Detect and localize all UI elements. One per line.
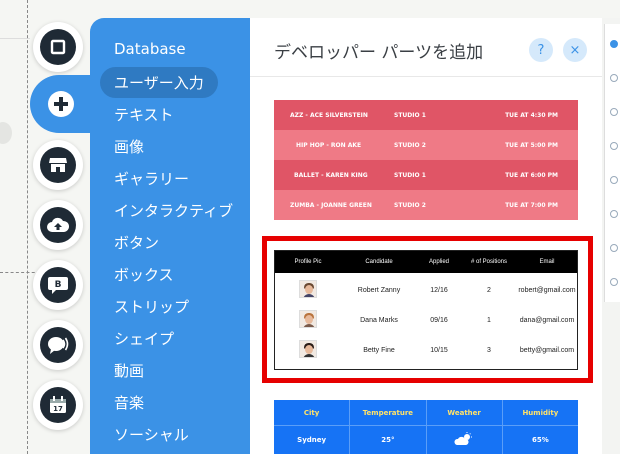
schedule-class-name: HIP HOP - RON AKE bbox=[296, 141, 362, 149]
category-database[interactable]: Database bbox=[114, 40, 186, 58]
anchor-dot[interactable] bbox=[610, 210, 618, 218]
anchor-dot[interactable] bbox=[610, 176, 618, 184]
applied-date: 09/16 bbox=[430, 316, 448, 324]
candidate-email: dana@gmail.com bbox=[519, 316, 575, 324]
header-humidity: Humidity bbox=[502, 400, 578, 426]
schedule-table-preset[interactable]: AZZ - ACE SILVERSTEIN STUDIO 1 TUE AT 4:… bbox=[274, 100, 578, 220]
schedule-studio: STUDIO 1 bbox=[394, 111, 426, 119]
weather-humidity: 65% bbox=[531, 436, 549, 444]
schedule-studio: STUDIO 2 bbox=[394, 201, 426, 209]
category-video[interactable]: 動画 bbox=[114, 360, 144, 381]
positions-count: 1 bbox=[487, 316, 491, 324]
chat-speaker-button[interactable] bbox=[33, 320, 83, 370]
profile-photo bbox=[299, 280, 317, 298]
chat-speaker-icon bbox=[40, 327, 76, 363]
schedule-studio: STUDIO 1 bbox=[394, 171, 426, 179]
header-candidate: Candidate bbox=[365, 259, 393, 265]
category-interactive[interactable]: インタラクティブ bbox=[114, 200, 233, 221]
close-button[interactable]: × bbox=[563, 38, 587, 62]
table-row: Dana Marks 09/16 1 dana@gmail.com bbox=[275, 305, 577, 335]
category-music[interactable]: 音楽 bbox=[114, 392, 144, 413]
right-edge-card bbox=[604, 24, 620, 302]
vertical-guide-line bbox=[27, 0, 28, 454]
header-applied: Applied bbox=[428, 259, 449, 265]
anchor-dot[interactable] bbox=[610, 40, 618, 48]
header-city: City bbox=[274, 400, 350, 426]
category-list: Database ユーザー入力 テキスト 画像 ギャラリー インタラクティブ ボ… bbox=[90, 18, 250, 454]
profile-photo bbox=[299, 340, 317, 358]
calendar-icon: 17 bbox=[40, 387, 76, 423]
candidate-name: Robert Zanny bbox=[357, 286, 401, 294]
candidate-name: Dana Marks bbox=[360, 316, 398, 324]
weather-table-preset[interactable]: City Sydney Temperature 25° Weather Humi… bbox=[274, 400, 578, 454]
add-panel-content: デベロッパー パーツを追加 ? × AZZ - ACE SILVERSTEIN … bbox=[250, 18, 602, 454]
anchor-dot[interactable] bbox=[610, 142, 618, 150]
schedule-row: AZZ - ACE SILVERSTEIN STUDIO 1 TUE AT 4:… bbox=[274, 100, 578, 130]
header-profile-pic: Profile Pic bbox=[294, 259, 322, 265]
calendar-button[interactable]: 17 bbox=[33, 380, 83, 430]
header-email: Email bbox=[539, 259, 555, 265]
schedule-time: TUE AT 5:00 PM bbox=[505, 141, 558, 149]
blog-icon-letter: B bbox=[55, 280, 62, 290]
header-positions: # of Positions bbox=[470, 259, 508, 265]
table-row: Robert Zanny 12/16 2 robert@gmail.com bbox=[275, 275, 577, 305]
schedule-time: TUE AT 4:30 PM bbox=[505, 111, 558, 119]
container-square-button[interactable] bbox=[33, 22, 83, 72]
add-plus-icon bbox=[48, 91, 74, 117]
candidate-table-header: Profile Pic Candidate Applied # of Posit… bbox=[275, 251, 577, 273]
anchor-dot[interactable] bbox=[610, 108, 618, 116]
category-strip[interactable]: ストリップ bbox=[114, 296, 189, 317]
table-row: Betty Fine 10/15 3 betty@gmail.com bbox=[275, 335, 577, 365]
schedule-row: BALLET - KAREN KING STUDIO 1 TUE AT 6:00… bbox=[274, 160, 578, 190]
weather-city: Sydney bbox=[297, 436, 327, 444]
header-divider bbox=[250, 76, 602, 77]
schedule-class-name: BALLET - KAREN KING bbox=[294, 171, 368, 179]
add-panel-icon-column: B 17 bbox=[30, 18, 92, 454]
blog-button[interactable]: B bbox=[33, 260, 83, 310]
applied-date: 12/16 bbox=[430, 286, 448, 294]
positions-count: 3 bbox=[487, 346, 491, 354]
candidate-name: Betty Fine bbox=[363, 346, 395, 354]
candidate-email: robert@gmail.com bbox=[518, 286, 576, 294]
category-button[interactable]: ボタン bbox=[114, 232, 159, 253]
category-social[interactable]: ソーシャル bbox=[114, 424, 189, 445]
weather-temperature: 25° bbox=[381, 436, 395, 444]
category-text[interactable]: テキスト bbox=[114, 104, 174, 125]
blog-icon: B bbox=[40, 267, 76, 303]
schedule-time: TUE AT 6:00 PM bbox=[505, 171, 558, 179]
anchor-dot[interactable] bbox=[610, 244, 618, 252]
schedule-class-name: ZUMBA - JOANNE GREEN bbox=[290, 201, 372, 209]
panel-title: デベロッパー パーツを追加 bbox=[274, 43, 484, 63]
category-user-input[interactable]: ユーザー入力 bbox=[100, 67, 218, 98]
applied-date: 10/15 bbox=[430, 346, 448, 354]
anchor-dot[interactable] bbox=[610, 74, 618, 82]
add-plus-button[interactable] bbox=[30, 75, 92, 133]
schedule-row: ZUMBA - JOANNE GREEN STUDIO 2 TUE AT 7:0… bbox=[274, 190, 578, 220]
profile-photo bbox=[299, 310, 317, 328]
category-image[interactable]: 画像 bbox=[114, 136, 144, 157]
candidate-email: betty@gmail.com bbox=[519, 346, 575, 354]
positions-count: 2 bbox=[487, 286, 491, 294]
category-gallery[interactable]: ギャラリー bbox=[114, 168, 189, 189]
help-button[interactable]: ? bbox=[529, 38, 553, 62]
header-weather: Weather bbox=[426, 400, 502, 426]
container-square-icon bbox=[40, 29, 76, 65]
candidate-table-preset[interactable]: Profile Pic Candidate Applied # of Posit… bbox=[274, 250, 578, 370]
cloud-upload-button[interactable] bbox=[33, 200, 83, 250]
schedule-time: TUE AT 7:00 PM bbox=[505, 201, 558, 209]
category-shape[interactable]: シェイプ bbox=[114, 328, 174, 349]
partly-sunny-icon bbox=[454, 432, 474, 448]
schedule-studio: STUDIO 2 bbox=[394, 141, 426, 149]
anchor-dot[interactable] bbox=[610, 278, 618, 286]
canvas-edge-line bbox=[0, 38, 30, 39]
store-icon bbox=[40, 147, 76, 183]
schedule-row: HIP HOP - RON AKE STUDIO 2 TUE AT 5:00 P… bbox=[274, 130, 578, 160]
category-box[interactable]: ボックス bbox=[114, 264, 174, 285]
header-temperature: Temperature bbox=[350, 400, 426, 426]
calendar-icon-day: 17 bbox=[53, 405, 63, 413]
store-button[interactable] bbox=[33, 140, 83, 190]
cloud-upload-icon bbox=[40, 207, 76, 243]
schedule-class-name: AZZ - ACE SILVERSTEIN bbox=[290, 111, 368, 119]
